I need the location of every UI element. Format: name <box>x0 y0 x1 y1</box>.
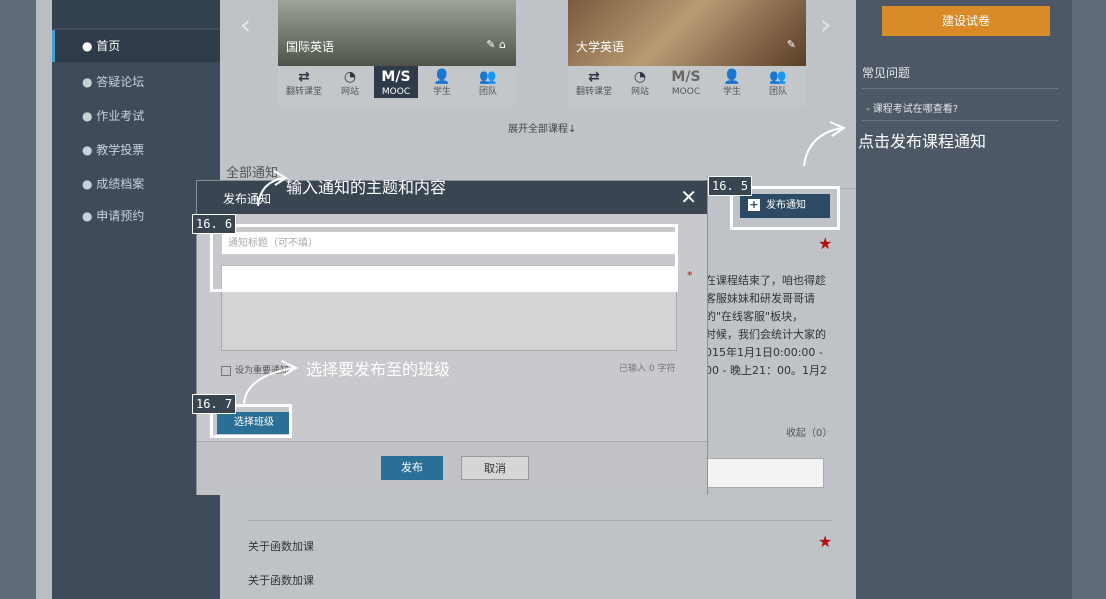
publish-notice-button[interactable]: + 发布通知 <box>740 194 830 218</box>
course-tools-1: ⇄ 翻转课堂 ◔ 网站 M/S MOOC 👤 学生 👥 团队 <box>278 66 516 106</box>
website-icon[interactable]: ◔ 网站 <box>328 66 372 98</box>
sidebar-item-homework[interactable]: ● 作业考试 <box>52 100 220 132</box>
pointer-arrow-icon <box>257 170 288 207</box>
star-icon: ★ <box>818 532 833 551</box>
faq-title: 常见问题 <box>862 66 911 80</box>
char-count: 已输入 0 字符 <box>619 364 676 374</box>
post-content: 在课程结束了，咱也得趁 客服妹妹和研发哥哥请 的"在线客服"板块， 时候，我们会… <box>705 274 827 377</box>
faq-item[interactable]: - 课程考试在哪查看? <box>866 100 958 115</box>
plus-icon: + <box>748 198 760 211</box>
publish-button[interactable]: 发布 <box>381 456 443 480</box>
annotation-text: 选择要发布至的班级 <box>306 360 451 379</box>
prev-arrow-icon[interactable]: ‹ <box>240 8 251 41</box>
edit-icon[interactable]: ✎ <box>787 38 796 51</box>
team-icon[interactable]: 👥 团队 <box>466 66 510 98</box>
required-mark: * <box>687 269 693 282</box>
student-icon[interactable]: 👤 学生 <box>710 66 754 98</box>
annotation-text: 输入通知的主题和内容 <box>286 178 447 197</box>
step-badge: 16. 6 <box>192 214 237 234</box>
course-tools-2: ⇄ 翻转课堂 ◔ 网站 M/S MOOC 👤 学生 👥 团队 <box>568 66 806 106</box>
close-icon[interactable]: ✕ <box>680 185 697 209</box>
faq-divider <box>862 88 1058 89</box>
collapse-link[interactable]: 收起（0） <box>786 424 832 439</box>
course-card-2[interactable]: 大学英语 ✎ <box>568 0 806 66</box>
step-badge: 16. 5 <box>708 176 753 196</box>
website-icon[interactable]: ◔ 网站 <box>618 66 662 98</box>
next-arrow-icon[interactable]: › <box>820 8 831 41</box>
mooc-icon[interactable]: M/S MOOC <box>374 66 418 98</box>
post-title[interactable]: 关于函数加课 <box>248 572 314 588</box>
flip-class-icon[interactable]: ⇄ 翻转课堂 <box>282 66 326 98</box>
pointer-arrow-icon <box>803 121 847 167</box>
flip-class-icon[interactable]: ⇄ 翻转课堂 <box>572 66 616 98</box>
sidebar-item-grades[interactable]: ● 成绩档案 <box>52 168 220 200</box>
student-icon[interactable]: 👤 学生 <box>420 66 464 98</box>
star-icon: ★ <box>818 234 833 253</box>
team-icon[interactable]: 👥 团队 <box>756 66 800 98</box>
annotation-text: 点击发布课程通知 <box>858 132 987 151</box>
step-badge: 16. 7 <box>192 394 237 414</box>
right-panel <box>856 0 1072 599</box>
sidebar-item-forum[interactable]: ● 答疑论坛 <box>52 66 220 98</box>
dialog-footer: 发布 取消 <box>197 441 707 495</box>
expand-all-courses-link[interactable]: 展开全部课程↓ <box>508 120 576 135</box>
faq-divider <box>862 120 1058 121</box>
course-title: 大学英语 <box>576 40 625 54</box>
cancel-button[interactable]: 取消 <box>461 456 529 480</box>
reply-input[interactable] <box>706 458 824 488</box>
pointer-arrow-icon <box>243 360 299 405</box>
mooc-icon[interactable]: M/S MOOC <box>664 66 708 98</box>
course-title: 国际英语 <box>286 40 335 54</box>
build-exam-button[interactable]: 建设试卷 <box>882 6 1050 36</box>
edit-home-icon[interactable]: ✎ ⌂ <box>486 38 506 51</box>
course-card-1[interactable]: 国际英语 ✎ ⌂ <box>278 0 516 66</box>
sidebar-top <box>52 0 220 28</box>
highlight-box <box>210 224 678 292</box>
sidebar-item-home[interactable]: ● 首页 <box>52 30 220 62</box>
post-title[interactable]: 关于函数加课 <box>248 538 314 554</box>
right-edge <box>1072 0 1100 599</box>
post-divider <box>248 520 832 521</box>
sidebar-item-vote[interactable]: ● 教学投票 <box>52 134 220 166</box>
